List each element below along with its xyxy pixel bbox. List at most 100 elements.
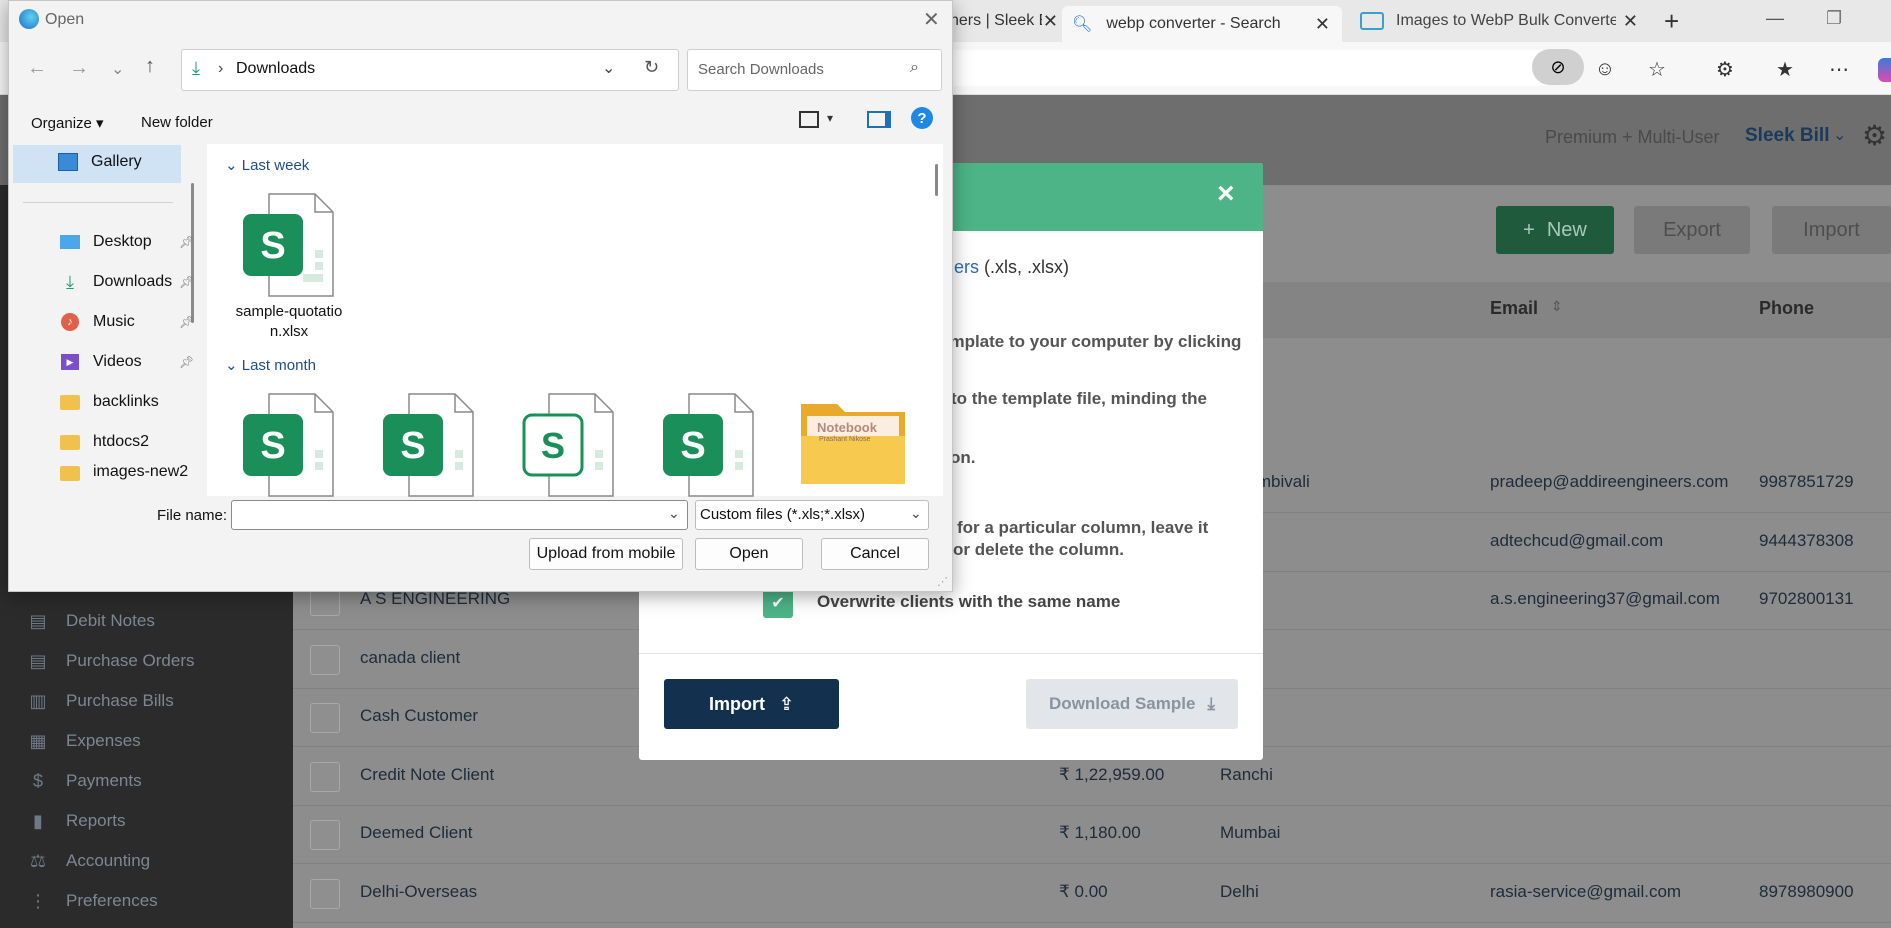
pin-icon[interactable]: 📌︎ (179, 355, 194, 369)
group-last-week[interactable]: ⌄ Last week (225, 156, 309, 174)
overwrite-checkbox[interactable]: ✔ (763, 588, 793, 618)
gear-icon[interactable]: ⚙ (1862, 119, 1887, 152)
sidebar-item[interactable]: ▤ Purchase Orders (26, 641, 194, 681)
client-name[interactable]: A S ENGINEERING (360, 589, 510, 609)
folder-notebook[interactable]: Notebook Prashant Nikose (799, 396, 907, 491)
cancel-button[interactable]: Cancel (821, 538, 929, 570)
view-dropdown-icon[interactable]: ▾ (827, 111, 833, 125)
resize-grip-icon[interactable]: ⋰ (937, 575, 948, 588)
sidebar-item[interactable]: ⚖ Accounting (26, 841, 150, 881)
email-column-header[interactable]: Email (1490, 298, 1538, 319)
organize-menu[interactable]: Organize ▾ (31, 114, 104, 132)
sidebar-item[interactable]: ▤ Debit Notes (26, 601, 154, 641)
forward-arrow-icon[interactable]: → (69, 57, 89, 80)
modal-import-button[interactable]: Import ⇪ (664, 679, 839, 729)
nav-item[interactable]: images-new2 (19, 463, 188, 487)
table-row[interactable]: Deemed Client ₹ 1,180.00 Mumbai (293, 805, 1891, 864)
menu-dots-icon[interactable]: ⋯ (1822, 52, 1856, 86)
download-sample-button[interactable]: Download Sample ⤓ (1026, 679, 1238, 729)
import-button[interactable]: Import (1772, 206, 1891, 254)
row-checkbox[interactable] (310, 820, 340, 850)
file-thumbnail[interactable]: S (659, 392, 755, 503)
minimize-button[interactable]: — (1766, 8, 1784, 29)
new-folder-button[interactable]: New folder (141, 114, 213, 131)
help-icon[interactable]: ? (911, 107, 933, 129)
sidebar-item[interactable]: ▥ Purchase Bills (26, 681, 173, 721)
client-name[interactable]: Credit Note Client (360, 765, 494, 785)
nav-item[interactable]: Desktop 📌︎ (19, 223, 194, 261)
row-checkbox[interactable] (310, 645, 340, 675)
restore-button[interactable]: ❐ (1826, 8, 1842, 29)
row-checkbox[interactable] (310, 703, 340, 733)
close-icon[interactable]: × (1217, 177, 1235, 211)
sidebar-item[interactable]: ⋮ Preferences (26, 881, 158, 921)
nav-item[interactable]: backlinks (19, 383, 159, 421)
up-arrow-icon[interactable]: ↑ (145, 55, 155, 78)
recent-locations-icon[interactable]: ⌄ (111, 59, 124, 79)
client-name[interactable]: canada client (360, 648, 460, 668)
files-scrollbar[interactable] (935, 164, 938, 196)
nav-item[interactable]: htdocs2 (19, 423, 149, 461)
nav-item-icon (57, 152, 79, 172)
refresh-icon[interactable]: ↻ (644, 57, 659, 78)
phone-column-header[interactable]: Phone (1759, 298, 1814, 319)
client-name[interactable]: Cash Customer (360, 706, 478, 726)
copilot-icon[interactable] (1878, 58, 1891, 82)
sidebar-item[interactable]: ▦ Expenses (26, 721, 140, 761)
open-button[interactable]: Open (695, 538, 803, 570)
client-email: pradeep@addireengineers.com (1490, 472, 1729, 491)
overwrite-label: Overwrite clients with the same name (817, 592, 1121, 611)
search-box[interactable]: Search Downloads ⌕ (687, 49, 942, 91)
nav-item[interactable]: ▶ Videos 📌︎ (19, 343, 194, 381)
file-type-select[interactable]: Custom files (*.xls;*.xlsx) ⌄ (695, 500, 929, 530)
close-icon[interactable]: ✕ (923, 7, 940, 32)
file-thumbnail[interactable]: S (239, 392, 335, 503)
sort-icon[interactable]: ⇕ (1551, 298, 1563, 315)
favorites-icon[interactable]: ★ (1768, 52, 1802, 86)
tab-sleek-bill[interactable]: ners | Sleek Bill ✕ (950, 6, 1058, 36)
breadcrumb-downloads[interactable]: Downloads (236, 60, 315, 78)
step-1-text: emplate to your computer by clicking (940, 332, 1242, 351)
new-button[interactable]: + New (1496, 206, 1614, 254)
favorite-star-icon[interactable]: ☆ (1640, 52, 1674, 86)
export-button[interactable]: Export (1634, 206, 1750, 254)
address-breadcrumb[interactable]: ⤓ › Downloads ⌄ ↻ (181, 49, 679, 91)
sidebar-item[interactable]: ▮ Reports (26, 801, 125, 841)
back-arrow-icon[interactable]: ← (27, 57, 47, 80)
nav-item[interactable]: Gallery (19, 143, 142, 181)
file-thumbnail[interactable]: S (519, 392, 615, 503)
group-last-month[interactable]: ⌄ Last month (225, 356, 316, 374)
tab-webp-search[interactable]: 🔍︎ webp converter - Search ✕ (1062, 6, 1342, 42)
nav-scrollbar[interactable] (191, 183, 194, 323)
file-name-input[interactable]: ⌄ (231, 500, 688, 530)
preview-pane-icon[interactable] (867, 111, 891, 128)
row-checkbox[interactable] (310, 762, 340, 792)
nav-item[interactable]: ⤓ Downloads 📌︎ (19, 263, 194, 301)
pin-icon[interactable]: 📌︎ (179, 275, 194, 289)
row-checkbox[interactable] (310, 879, 340, 909)
pin-icon[interactable]: 📌︎ (179, 235, 194, 249)
chevron-down-icon[interactable]: ⌄ (668, 505, 680, 522)
client-name[interactable]: Deemed Client (360, 823, 472, 843)
file-sample-quotation[interactable]: S sample-quotatio n.xlsx (236, 192, 342, 340)
nav-item[interactable]: ♪ Music 📌︎ (19, 303, 194, 341)
sidebar-item[interactable]: $ Payments (26, 761, 142, 801)
upload-from-mobile-button[interactable]: Upload from mobile (529, 538, 683, 570)
close-icon[interactable]: ✕ (1043, 11, 1058, 32)
address-bar[interactable]: ⊘ (940, 49, 1584, 86)
close-icon[interactable]: ✕ (1315, 14, 1330, 35)
file-thumbnail[interactable]: S (379, 392, 475, 503)
tab-webp-converter[interactable]: Images to WebP Bulk Converter ( ✕ (1358, 6, 1638, 36)
new-tab-button[interactable]: + (1664, 6, 1679, 37)
more-tools-icon[interactable]: ☺ (1588, 52, 1622, 86)
tracking-prevention-icon[interactable]: ⊘ (1532, 49, 1584, 85)
account-menu[interactable]: Sleek Bill (1745, 125, 1830, 147)
close-icon[interactable]: ✕ (1623, 11, 1638, 32)
chevron-down-icon[interactable]: ⌄ (602, 58, 615, 78)
import-label: Import (708, 693, 765, 714)
extensions-icon[interactable]: ⚙ (1708, 52, 1742, 86)
pin-icon[interactable]: 📌︎ (179, 315, 194, 329)
view-icon[interactable] (799, 111, 819, 128)
table-row[interactable]: Delhi-Overseas ₹ 0.00 Delhi rasia-service@g… (293, 864, 1891, 923)
client-name[interactable]: Delhi-Overseas (360, 882, 477, 902)
